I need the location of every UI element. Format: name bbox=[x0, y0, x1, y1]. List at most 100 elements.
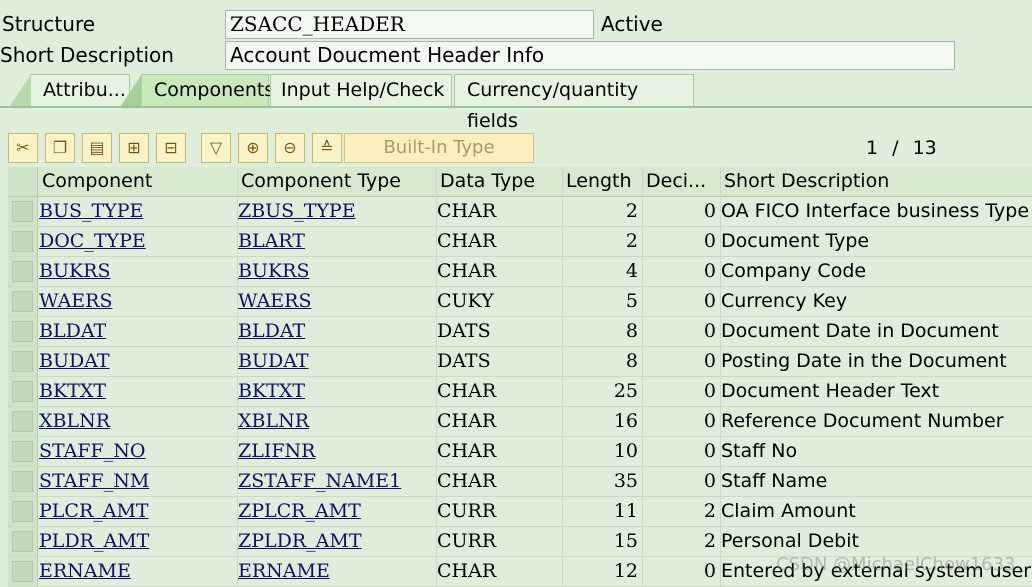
row-selector[interactable] bbox=[8, 227, 38, 256]
row-selector[interactable] bbox=[8, 317, 38, 346]
length-cell[interactable]: 4 bbox=[563, 257, 643, 287]
table-row[interactable]: STAFF_NM ZSTAFF_NAME1 CHAR 35 0 Staff Name bbox=[8, 467, 1032, 497]
col-header-component-type[interactable]: Component Type bbox=[238, 167, 437, 197]
component-type-link[interactable]: ZSTAFF_NAME1 bbox=[238, 470, 401, 492]
paste-icon[interactable]: ▤ bbox=[82, 133, 112, 163]
data-type-cell[interactable]: CHAR bbox=[437, 437, 563, 467]
table-row[interactable]: BKTXT BKTXT CHAR 25 0 Document Header Text bbox=[8, 377, 1032, 407]
tab-currency-quantity[interactable]: Currency/quantity fields bbox=[454, 74, 694, 132]
col-header-length[interactable]: Length bbox=[563, 167, 643, 197]
delete-row-icon[interactable]: ⊟ bbox=[156, 133, 186, 163]
component-link[interactable]: XBLNR bbox=[39, 410, 110, 432]
length-cell[interactable]: 8 bbox=[563, 347, 643, 377]
data-type-cell[interactable]: CHAR bbox=[437, 257, 563, 287]
component-type-link[interactable]: ZBUS_TYPE bbox=[238, 200, 356, 222]
component-type-link[interactable]: BUKRS bbox=[238, 260, 310, 282]
component-link[interactable]: DOC_TYPE bbox=[39, 230, 146, 252]
table-row[interactable]: XBLNR XBLNR CHAR 16 0 Reference Document Numb… bbox=[8, 407, 1032, 437]
decimals-cell[interactable]: 2 bbox=[643, 497, 721, 527]
select-all-handle[interactable] bbox=[8, 167, 38, 196]
data-type-cell[interactable]: CHAR bbox=[437, 467, 563, 497]
component-type-link[interactable]: ZPLCR_AMT bbox=[238, 500, 361, 522]
data-type-cell[interactable]: CURR bbox=[437, 527, 563, 557]
component-link[interactable]: BUKRS bbox=[39, 260, 111, 282]
hierarchy-icon[interactable]: ≙ bbox=[312, 133, 342, 163]
short-description-cell[interactable]: Posting Date in the Document bbox=[721, 347, 1032, 377]
short-description-cell[interactable]: Document Header Text bbox=[721, 377, 1032, 407]
decimals-cell[interactable]: 2 bbox=[643, 527, 721, 557]
length-cell[interactable]: 5 bbox=[563, 287, 643, 317]
cut-icon[interactable]: ✂ bbox=[8, 133, 38, 163]
col-header-short-description[interactable]: Short Description bbox=[721, 167, 1032, 197]
component-type-link[interactable]: ZLIFNR bbox=[238, 440, 315, 462]
component-type-link[interactable]: WAERS bbox=[238, 290, 312, 312]
short-description-cell[interactable]: Document Type bbox=[721, 227, 1032, 257]
short-description-cell[interactable]: OA FICO Interface business Type bbox=[721, 197, 1032, 227]
built-in-type-button[interactable]: Built-In Type bbox=[344, 133, 534, 163]
length-cell[interactable]: 10 bbox=[563, 437, 643, 467]
short-description-cell[interactable]: Company Code bbox=[721, 257, 1032, 287]
data-type-cell[interactable]: DATS bbox=[437, 347, 563, 377]
data-type-cell[interactable]: DATS bbox=[437, 317, 563, 347]
table-row[interactable]: STAFF_NO ZLIFNR CHAR 10 0 Staff No bbox=[8, 437, 1032, 467]
component-type-link[interactable]: BLDAT bbox=[238, 320, 305, 342]
structure-name-field[interactable]: ZSACC_HEADER bbox=[225, 10, 594, 39]
decimals-cell[interactable]: 0 bbox=[643, 347, 721, 377]
col-header-data-type[interactable]: Data Type bbox=[437, 167, 563, 197]
length-cell[interactable]: 15 bbox=[563, 527, 643, 557]
component-link[interactable]: BUS_TYPE bbox=[39, 200, 143, 222]
component-link[interactable]: PLCR_AMT bbox=[39, 500, 149, 522]
length-cell[interactable]: 2 bbox=[563, 227, 643, 257]
decimals-cell[interactable]: 0 bbox=[643, 317, 721, 347]
row-selector[interactable] bbox=[8, 437, 38, 466]
component-link[interactable]: ERNAME bbox=[39, 560, 131, 582]
component-link[interactable]: STAFF_NO bbox=[39, 440, 145, 462]
row-selector[interactable] bbox=[8, 407, 38, 436]
row-selector[interactable] bbox=[8, 527, 38, 556]
data-type-cell[interactable]: CUKY bbox=[437, 287, 563, 317]
component-type-link[interactable]: BKTXT bbox=[238, 380, 305, 402]
short-description-cell[interactable]: Claim Amount bbox=[721, 497, 1032, 527]
length-cell[interactable]: 16 bbox=[563, 407, 643, 437]
component-type-link[interactable]: ZPLDR_AMT bbox=[238, 530, 362, 552]
length-cell[interactable]: 8 bbox=[563, 317, 643, 347]
decimals-cell[interactable]: 0 bbox=[643, 287, 721, 317]
data-type-cell[interactable]: CHAR bbox=[437, 407, 563, 437]
short-description-cell[interactable]: Personal Debit bbox=[721, 527, 1032, 557]
decimals-cell[interactable]: 0 bbox=[643, 227, 721, 257]
table-row[interactable]: BUS_TYPE ZBUS_TYPE CHAR 2 0 OA FICO Interface… bbox=[8, 197, 1032, 227]
component-link[interactable]: BKTXT bbox=[39, 380, 106, 402]
row-selector[interactable] bbox=[8, 467, 38, 496]
short-description-cell[interactable]: Document Date in Document bbox=[721, 317, 1032, 347]
component-type-link[interactable]: BUDAT bbox=[238, 350, 309, 372]
component-link[interactable]: BLDAT bbox=[39, 320, 106, 342]
table-row[interactable]: PLDR_AMT ZPLDR_AMT CURR 15 2 Personal Debit bbox=[8, 527, 1032, 557]
insert-row-icon[interactable]: ⊞ bbox=[119, 133, 149, 163]
col-header-component[interactable]: Component bbox=[39, 167, 238, 197]
length-cell[interactable]: 25 bbox=[563, 377, 643, 407]
copy-icon[interactable]: ❐ bbox=[45, 133, 75, 163]
data-type-cell[interactable]: CHAR bbox=[437, 377, 563, 407]
component-type-link[interactable]: XBLNR bbox=[238, 410, 309, 432]
short-description-cell[interactable]: Currency Key bbox=[721, 287, 1032, 317]
component-type-link[interactable]: ERNAME bbox=[238, 560, 330, 582]
component-link[interactable]: BUDAT bbox=[39, 350, 110, 372]
table-row[interactable]: BUKRS BUKRS CHAR 4 0 Company Code bbox=[8, 257, 1032, 287]
short-description-cell[interactable]: Staff Name bbox=[721, 467, 1032, 497]
row-selector[interactable] bbox=[8, 557, 38, 586]
table-row[interactable]: DOC_TYPE BLART CHAR 2 0 Document Type bbox=[8, 227, 1032, 257]
row-selector[interactable] bbox=[8, 287, 38, 316]
row-selector[interactable] bbox=[8, 347, 38, 376]
row-selector[interactable] bbox=[8, 377, 38, 406]
short-description-cell[interactable]: Reference Document Number bbox=[721, 407, 1032, 437]
filter-icon[interactable]: ▽ bbox=[201, 133, 231, 163]
tab-input-help-check[interactable]: Input Help/Check bbox=[270, 74, 452, 107]
data-type-cell[interactable]: CHAR bbox=[437, 197, 563, 227]
decimals-cell[interactable]: 0 bbox=[643, 197, 721, 227]
component-type-link[interactable]: BLART bbox=[238, 230, 305, 252]
table-row[interactable]: BUDAT BUDAT DATS 8 0 Posting Date in the Docu… bbox=[8, 347, 1032, 377]
component-link[interactable]: STAFF_NM bbox=[39, 470, 149, 492]
short-description-cell[interactable]: Staff No bbox=[721, 437, 1032, 467]
tab-components[interactable]: Components bbox=[120, 74, 274, 107]
short-description-field[interactable]: Account Doucment Header Info bbox=[225, 41, 955, 70]
